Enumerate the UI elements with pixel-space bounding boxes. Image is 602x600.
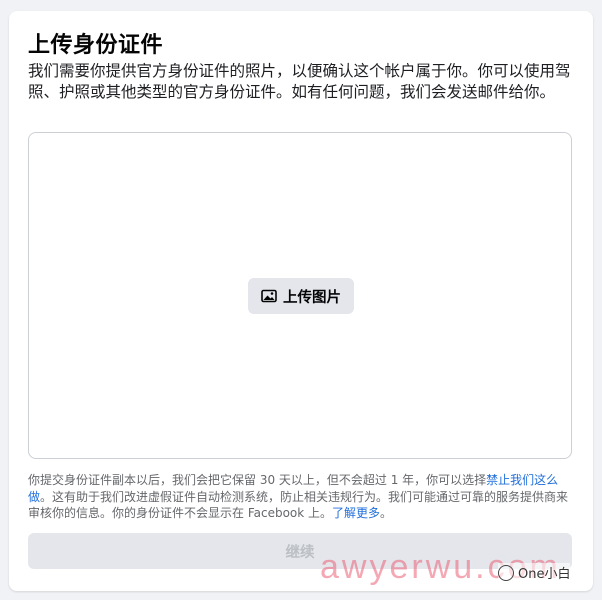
watermark-badge: One小白 — [498, 563, 571, 582]
upload-image-button[interactable]: 上传图片 — [248, 278, 354, 314]
watermark-badge-label: One小白 — [518, 567, 571, 582]
wechat-icon — [498, 564, 514, 581]
footnote-text-2: 。这有助于我们改进虚假证件自动检测系统，防止相关违规行为。我们可能通过可靠的服务… — [28, 489, 569, 521]
footnote-text-1: 你提交身份证件副本以后，我们会把它保留 30 天以上，但不会超过 1 年，你可以… — [28, 473, 487, 487]
upload-dropzone[interactable]: 上传图片 — [28, 132, 572, 459]
upload-id-dialog: 上传身份证件 我们需要你提供官方身份证件的照片，以便确认这个帐户属于你。你可以使… — [9, 11, 593, 591]
learn-more-link[interactable]: 了解更多 — [332, 506, 380, 520]
footnote-text-3: 。 — [380, 506, 393, 520]
upload-image-label: 上传图片 — [283, 289, 341, 306]
dialog-title: 上传身份证件 — [28, 33, 164, 58]
dialog-description: 我们需要你提供官方身份证件的照片，以便确认这个帐户属于你。你可以使用驾照、护照或… — [28, 62, 571, 101]
photo-icon — [261, 289, 277, 303]
privacy-footnote: 你提交身份证件副本以后，我们会把它保留 30 天以上，但不会超过 1 年，你可以… — [28, 472, 576, 522]
